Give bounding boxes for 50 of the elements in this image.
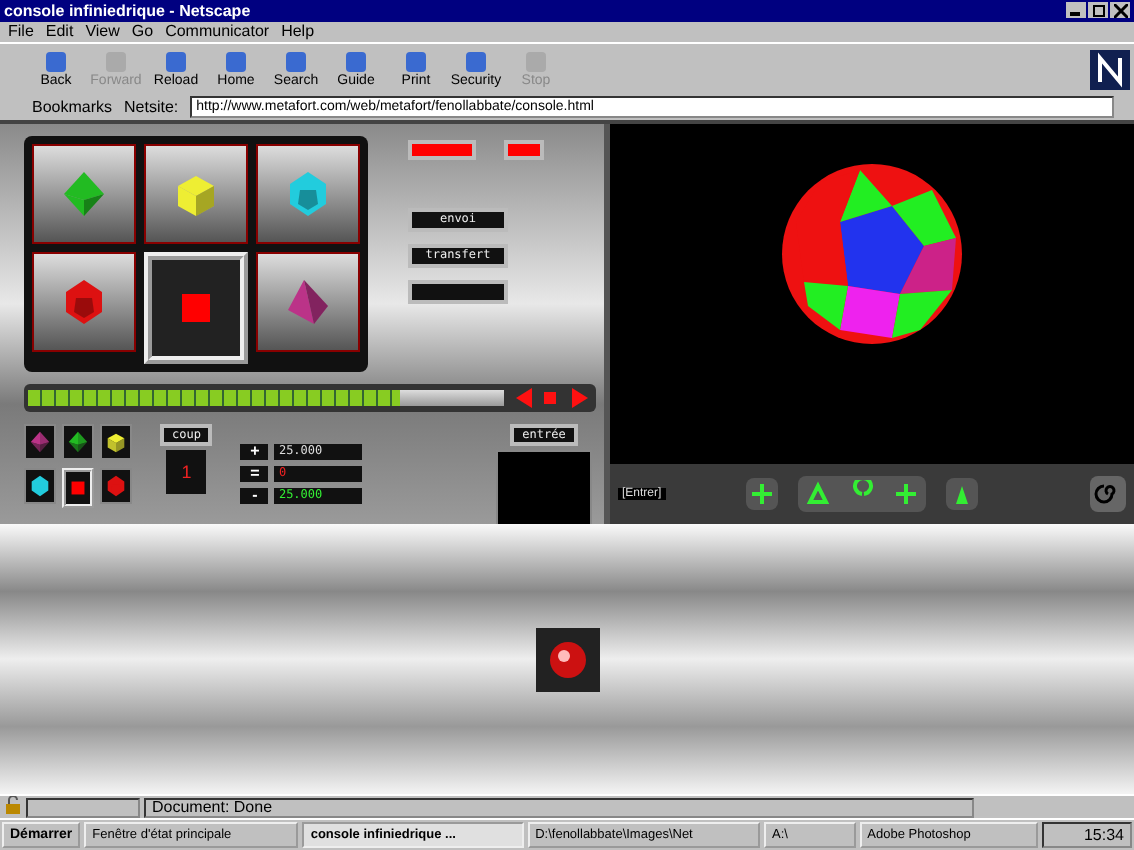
toolbar-icon (402, 50, 430, 75)
shape-tile[interactable] (32, 144, 136, 245)
bookmarks-button[interactable]: Bookmarks (32, 98, 113, 117)
shape-tile[interactable] (144, 144, 248, 245)
blank-button[interactable] (408, 280, 508, 305)
playback-controls-icon[interactable] (512, 388, 592, 409)
menu-item[interactable]: Go (131, 22, 154, 41)
toolbar-icon (282, 50, 310, 75)
minimize-button[interactable] (1066, 2, 1086, 19)
operator-key[interactable]: = (240, 466, 269, 483)
window-title: console infiniedrique - Netscape (4, 1, 253, 20)
entry-screen (496, 450, 592, 527)
security-lock-icon (4, 796, 22, 819)
walk-icon[interactable] (945, 478, 978, 511)
toolbar-icon (162, 50, 190, 75)
menu-item[interactable]: View (85, 22, 120, 41)
palette-tile[interactable] (100, 424, 132, 461)
shape-tile[interactable] (256, 144, 360, 245)
close-icon (1113, 3, 1127, 18)
status-text: Document: Done (144, 797, 974, 818)
toolbar-icon (342, 50, 370, 75)
spiral-logo-icon (1090, 476, 1126, 513)
counter-display: 1 (166, 450, 207, 495)
palette-tile[interactable] (100, 468, 132, 505)
toolbar-icon (42, 50, 70, 75)
menu-item[interactable]: File (8, 22, 34, 41)
navigation-pad[interactable] (797, 476, 926, 513)
menu-item[interactable]: Help (281, 22, 315, 41)
indicator-light (504, 140, 544, 161)
indicator-light (408, 140, 476, 161)
operator-key[interactable]: - (240, 488, 269, 505)
move-icon[interactable] (745, 478, 778, 511)
progress-pane (26, 797, 140, 818)
palette-tile[interactable] (24, 424, 56, 461)
netscape-logo (1090, 49, 1130, 90)
palette-tile[interactable] (24, 468, 56, 505)
shape-tile[interactable] (32, 252, 136, 353)
shape-tile[interactable] (256, 252, 360, 353)
close-button[interactable] (1110, 2, 1130, 19)
toolbar-icon (462, 50, 490, 75)
menu-item[interactable]: Communicator (165, 22, 270, 41)
operator-key[interactable]: + (240, 444, 269, 461)
netsite-label: Netsite: (124, 98, 179, 117)
restore-icon (1091, 3, 1105, 18)
palette-tile[interactable] (62, 424, 94, 461)
menu-item[interactable]: Edit (45, 22, 74, 41)
toolbar-icon (222, 50, 250, 75)
record-button-icon[interactable] (535, 627, 599, 692)
restore-button[interactable] (1088, 2, 1108, 19)
clock: 15:34 (1083, 826, 1124, 845)
